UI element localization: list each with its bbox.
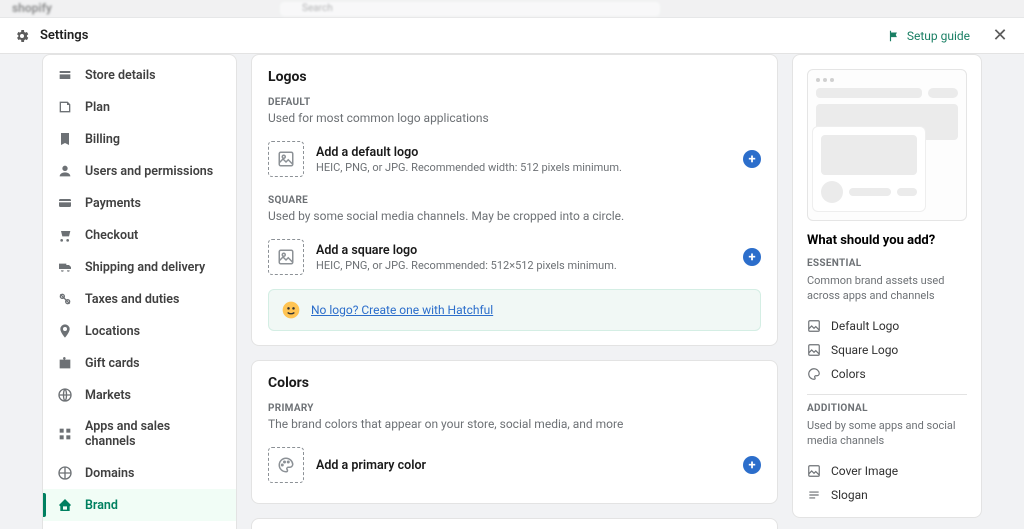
additional-desc: Used by some apps and social media chann…	[807, 418, 967, 449]
sidebar-item-plan[interactable]: Plan	[43, 91, 236, 123]
main-content: Logos DEFAULT Used for most common logo …	[251, 54, 778, 529]
checkout-icon	[57, 227, 73, 243]
help-panel: What should you add? ESSENTIAL Common br…	[792, 54, 982, 518]
setup-guide-link[interactable]: Setup guide	[887, 29, 970, 43]
sidebar-item-giftcards[interactable]: Gift cards	[43, 347, 236, 379]
default-add-title: Add a default logo	[316, 145, 622, 160]
image-icon	[807, 343, 821, 357]
sidebar-item-notifications[interactable]: Notifications	[43, 521, 236, 529]
colors-title: Colors	[268, 375, 761, 391]
square-desc: Used by some social media channels. May …	[268, 209, 761, 223]
sidebar-item-brand[interactable]: Brand	[43, 489, 236, 521]
additional-label: ADDITIONAL	[807, 403, 967, 414]
default-add-hint: HEIC, PNG, or JPG. Recommended width: 51…	[316, 161, 622, 174]
additional-item-cover: Cover Image	[807, 459, 967, 483]
sidebar-item-store-details[interactable]: Store details	[43, 59, 236, 91]
store-icon	[57, 67, 73, 83]
sidebar-item-shipping[interactable]: Shipping and delivery	[43, 251, 236, 283]
markets-icon	[57, 387, 73, 403]
default-logo-row[interactable]: Add a default logo HEIC, PNG, or JPG. Re…	[268, 135, 761, 183]
primary-color-row[interactable]: Add a primary color +	[268, 441, 761, 489]
sidebar-item-checkout[interactable]: Checkout	[43, 219, 236, 251]
gear-icon	[14, 28, 30, 44]
hatchful-banner: No logo? Create one with Hatchful	[268, 289, 761, 331]
sidebar-item-taxes[interactable]: Taxes and duties	[43, 283, 236, 315]
settings-header: Settings Setup guide ✕	[0, 18, 1024, 54]
apps-icon	[57, 426, 73, 442]
location-icon	[57, 323, 73, 339]
add-square-logo-button[interactable]: +	[743, 248, 761, 266]
settings-title: Settings	[40, 28, 88, 43]
image-placeholder-icon	[268, 141, 304, 177]
add-primary-color-button[interactable]: +	[743, 456, 761, 474]
settings-sidebar: Store details Plan Billing Users and per…	[42, 54, 237, 529]
additional-item-slogan: Slogan	[807, 483, 967, 507]
logos-title: Logos	[268, 69, 761, 85]
sidebar-item-locations[interactable]: Locations	[43, 315, 236, 347]
colors-card: Colors PRIMARY The brand colors that app…	[251, 360, 778, 504]
palette-icon	[268, 447, 304, 483]
domains-icon	[57, 465, 73, 481]
billing-icon	[57, 131, 73, 147]
add-default-logo-button[interactable]: +	[743, 150, 761, 168]
logos-card: Logos DEFAULT Used for most common logo …	[251, 54, 778, 346]
brand-logo: shopify	[12, 1, 52, 15]
gift-icon	[57, 355, 73, 371]
essential-label: ESSENTIAL	[807, 258, 967, 269]
flag-icon	[887, 29, 901, 43]
square-logo-row[interactable]: Add a square logo HEIC, PNG, or JPG. Rec…	[268, 233, 761, 281]
shipping-icon	[57, 259, 73, 275]
default-label: DEFAULT	[268, 97, 761, 108]
image-placeholder-icon	[268, 239, 304, 275]
primary-desc: The brand colors that appear on your sto…	[268, 417, 761, 431]
primary-label: PRIMARY	[268, 403, 761, 414]
brand-icon	[57, 497, 73, 513]
essential-item-square-logo: Square Logo	[807, 338, 967, 362]
essential-desc: Common brand assets used across apps and…	[807, 273, 967, 304]
help-heading: What should you add?	[807, 233, 967, 248]
cover-image-card: Cover Image	[251, 518, 778, 529]
sidebar-item-billing[interactable]: Billing	[43, 123, 236, 155]
square-add-hint: HEIC, PNG, or JPG. Recommended: 512×512 …	[316, 259, 617, 272]
background-app-bar: shopify Search	[0, 0, 1024, 18]
sidebar-item-users[interactable]: Users and permissions	[43, 155, 236, 187]
users-icon	[57, 163, 73, 179]
sidebar-item-payments[interactable]: Payments	[43, 187, 236, 219]
hatchful-icon	[281, 300, 301, 320]
plan-icon	[57, 99, 73, 115]
square-add-title: Add a square logo	[316, 243, 617, 258]
sidebar-item-domains[interactable]: Domains	[43, 457, 236, 489]
image-icon	[807, 464, 821, 478]
essential-item-colors: Colors	[807, 362, 967, 386]
square-label: SQUARE	[268, 195, 761, 206]
text-icon	[807, 488, 821, 502]
payments-icon	[57, 195, 73, 211]
sidebar-item-apps[interactable]: Apps and sales channels	[43, 411, 236, 457]
sidebar-item-markets[interactable]: Markets	[43, 379, 236, 411]
close-button[interactable]: ✕	[990, 25, 1010, 46]
global-search[interactable]: Search	[280, 2, 660, 16]
hatchful-link[interactable]: No logo? Create one with Hatchful	[311, 303, 493, 317]
image-icon	[807, 319, 821, 333]
add-primary-color-label: Add a primary color	[316, 458, 426, 473]
palette-icon	[807, 367, 821, 381]
taxes-icon	[57, 291, 73, 307]
default-desc: Used for most common logo applications	[268, 111, 761, 125]
preview-mockup	[807, 69, 967, 221]
essential-item-default-logo: Default Logo	[807, 314, 967, 338]
